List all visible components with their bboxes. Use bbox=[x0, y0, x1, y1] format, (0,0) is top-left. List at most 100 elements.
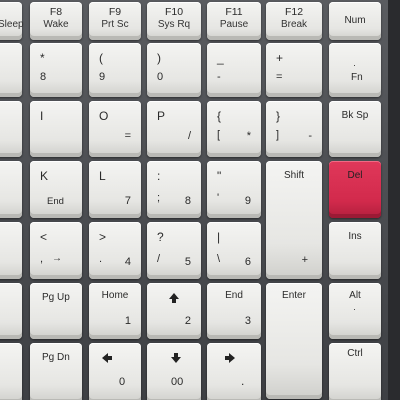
key-period-base: . bbox=[99, 253, 103, 265]
arrow-right-icon bbox=[225, 353, 235, 363]
left-arrow-key[interactable]: 0 bbox=[89, 343, 141, 400]
key-comma-base: , bbox=[40, 253, 44, 265]
key-minus-base: - bbox=[217, 71, 221, 83]
key-left-bracket-shift: { bbox=[217, 109, 222, 123]
enter-label: Enter bbox=[282, 290, 306, 301]
up-arrow-key[interactable]: 2 bbox=[147, 283, 201, 339]
f11-label: F11 bbox=[225, 6, 243, 18]
key-period-shift: > bbox=[99, 230, 107, 244]
fn-dot: · bbox=[353, 60, 356, 70]
alt-dot: · bbox=[353, 304, 356, 314]
page-down-key[interactable]: Pg Dn bbox=[30, 343, 82, 400]
key-8-shift: * bbox=[40, 51, 45, 65]
end-label: End bbox=[225, 290, 243, 301]
backspace-label: Bk Sp bbox=[341, 110, 369, 121]
key-o[interactable]: O = bbox=[89, 101, 141, 157]
key-backslash[interactable]: | \ 6 bbox=[207, 222, 261, 279]
key-left-partial-r7[interactable] bbox=[0, 343, 22, 400]
f7-sub-label: Sleep bbox=[0, 19, 24, 30]
key-p[interactable]: P / bbox=[147, 101, 201, 157]
key-k[interactable]: K End bbox=[30, 161, 82, 218]
num-label: Num bbox=[344, 15, 366, 26]
f9-sub-label: Prt Sc bbox=[101, 19, 129, 30]
key-semicolon-base: ; bbox=[157, 192, 161, 204]
page-up-key[interactable]: Pg Up bbox=[30, 283, 82, 339]
key-slash[interactable]: ? / 5 bbox=[147, 222, 201, 279]
arrow-up-icon bbox=[169, 293, 179, 303]
enter-key[interactable]: Enter bbox=[266, 283, 322, 399]
insert-label: Ins bbox=[348, 231, 362, 242]
key-period-num: 4 bbox=[124, 256, 131, 268]
f12-sub-label: Break bbox=[280, 19, 308, 30]
key-comma[interactable]: < , → bbox=[30, 222, 82, 279]
backspace-key[interactable]: Bk Sp bbox=[329, 101, 381, 157]
key-left-partial-r6[interactable] bbox=[0, 283, 22, 339]
right-arrow-num: . bbox=[241, 374, 245, 388]
f12-key[interactable]: F12 Break bbox=[266, 2, 322, 40]
key-9-base: 9 bbox=[99, 71, 106, 83]
key-backslash-shift: | bbox=[217, 230, 221, 244]
key-9[interactable]: ( 9 bbox=[89, 43, 141, 97]
key-comma-arrow: → bbox=[52, 253, 62, 264]
f10-label: F10 bbox=[164, 6, 184, 18]
key-period[interactable]: > . 4 bbox=[89, 222, 141, 279]
keyboard: Sleep F8 Wake F9 Prt Sc F10 Sys Rq F11 P… bbox=[0, 0, 400, 400]
key-left-partial-r5[interactable] bbox=[0, 222, 22, 279]
key-right-bracket[interactable]: } ] - bbox=[266, 101, 322, 157]
down-arrow-num: 00 bbox=[171, 376, 184, 388]
page-up-label: Pg Up bbox=[42, 292, 70, 303]
up-arrow-num: 2 bbox=[184, 315, 191, 327]
fn-key[interactable]: · Fn bbox=[329, 43, 381, 97]
arrow-down-icon bbox=[171, 353, 181, 363]
f11-key[interactable]: F11 Pause bbox=[207, 2, 261, 40]
key-i[interactable]: I bbox=[30, 101, 82, 157]
key-quote[interactable]: " ' 9 bbox=[207, 161, 261, 218]
key-minus[interactable]: _ - bbox=[207, 43, 261, 97]
home-key[interactable]: Home 1 bbox=[89, 283, 141, 339]
key-left-bracket[interactable]: { [ * bbox=[207, 101, 261, 157]
alt-label: Alt bbox=[349, 290, 361, 301]
key-i-label: I bbox=[40, 109, 44, 123]
f8-key[interactable]: F8 Wake bbox=[30, 2, 82, 40]
key-0[interactable]: ) 0 bbox=[147, 43, 201, 97]
key-l-num: 7 bbox=[124, 195, 131, 207]
key-quote-base: ' bbox=[217, 192, 220, 204]
end-num: 3 bbox=[244, 315, 251, 327]
key-left-partial-r3[interactable] bbox=[0, 101, 22, 157]
key-o-label: O bbox=[99, 109, 109, 123]
ctrl-key[interactable]: Ctrl bbox=[329, 343, 381, 400]
insert-key[interactable]: Ins bbox=[329, 222, 381, 279]
f9-key[interactable]: F9 Prt Sc bbox=[89, 2, 141, 40]
key-0-shift: ) bbox=[157, 51, 161, 65]
key-left-partial-r4[interactable] bbox=[0, 161, 22, 218]
key-8[interactable]: * 8 bbox=[30, 43, 82, 97]
f10-key[interactable]: F10 Sys Rq bbox=[147, 2, 201, 40]
end-key[interactable]: End 3 bbox=[207, 283, 261, 339]
key-backslash-num: 6 bbox=[244, 256, 251, 268]
shift-key[interactable]: Shift + bbox=[266, 161, 322, 279]
alt-key[interactable]: Alt · bbox=[329, 283, 381, 339]
delete-key[interactable]: Del bbox=[329, 161, 381, 218]
f7-key[interactable]: Sleep bbox=[0, 2, 24, 40]
key-quote-num: 9 bbox=[244, 195, 251, 207]
f11-sub-label: Pause bbox=[219, 19, 249, 30]
key-semicolon-num: 8 bbox=[184, 195, 191, 207]
key-l[interactable]: L 7 bbox=[89, 161, 141, 218]
num-key[interactable]: Num bbox=[329, 2, 381, 40]
key-slash-base: / bbox=[157, 253, 161, 265]
home-label: Home bbox=[101, 290, 129, 301]
ctrl-label: Ctrl bbox=[347, 348, 363, 359]
arrow-left-icon bbox=[102, 353, 112, 363]
right-arrow-key[interactable]: . bbox=[207, 343, 261, 400]
left-arrow-num: 0 bbox=[119, 376, 126, 388]
key-left-partial-r2[interactable] bbox=[0, 43, 22, 97]
delete-label: Del bbox=[347, 170, 363, 181]
key-semicolon[interactable]: : ; 8 bbox=[147, 161, 201, 218]
key-slash-shift: ? bbox=[157, 230, 164, 244]
key-backslash-base: \ bbox=[217, 253, 221, 265]
key-right-bracket-base: ] bbox=[276, 129, 280, 141]
keyboard-right-edge bbox=[388, 0, 400, 400]
down-arrow-key[interactable]: 00 bbox=[147, 343, 201, 400]
key-p-num: / bbox=[187, 130, 191, 142]
key-equals[interactable]: + = bbox=[266, 43, 322, 97]
